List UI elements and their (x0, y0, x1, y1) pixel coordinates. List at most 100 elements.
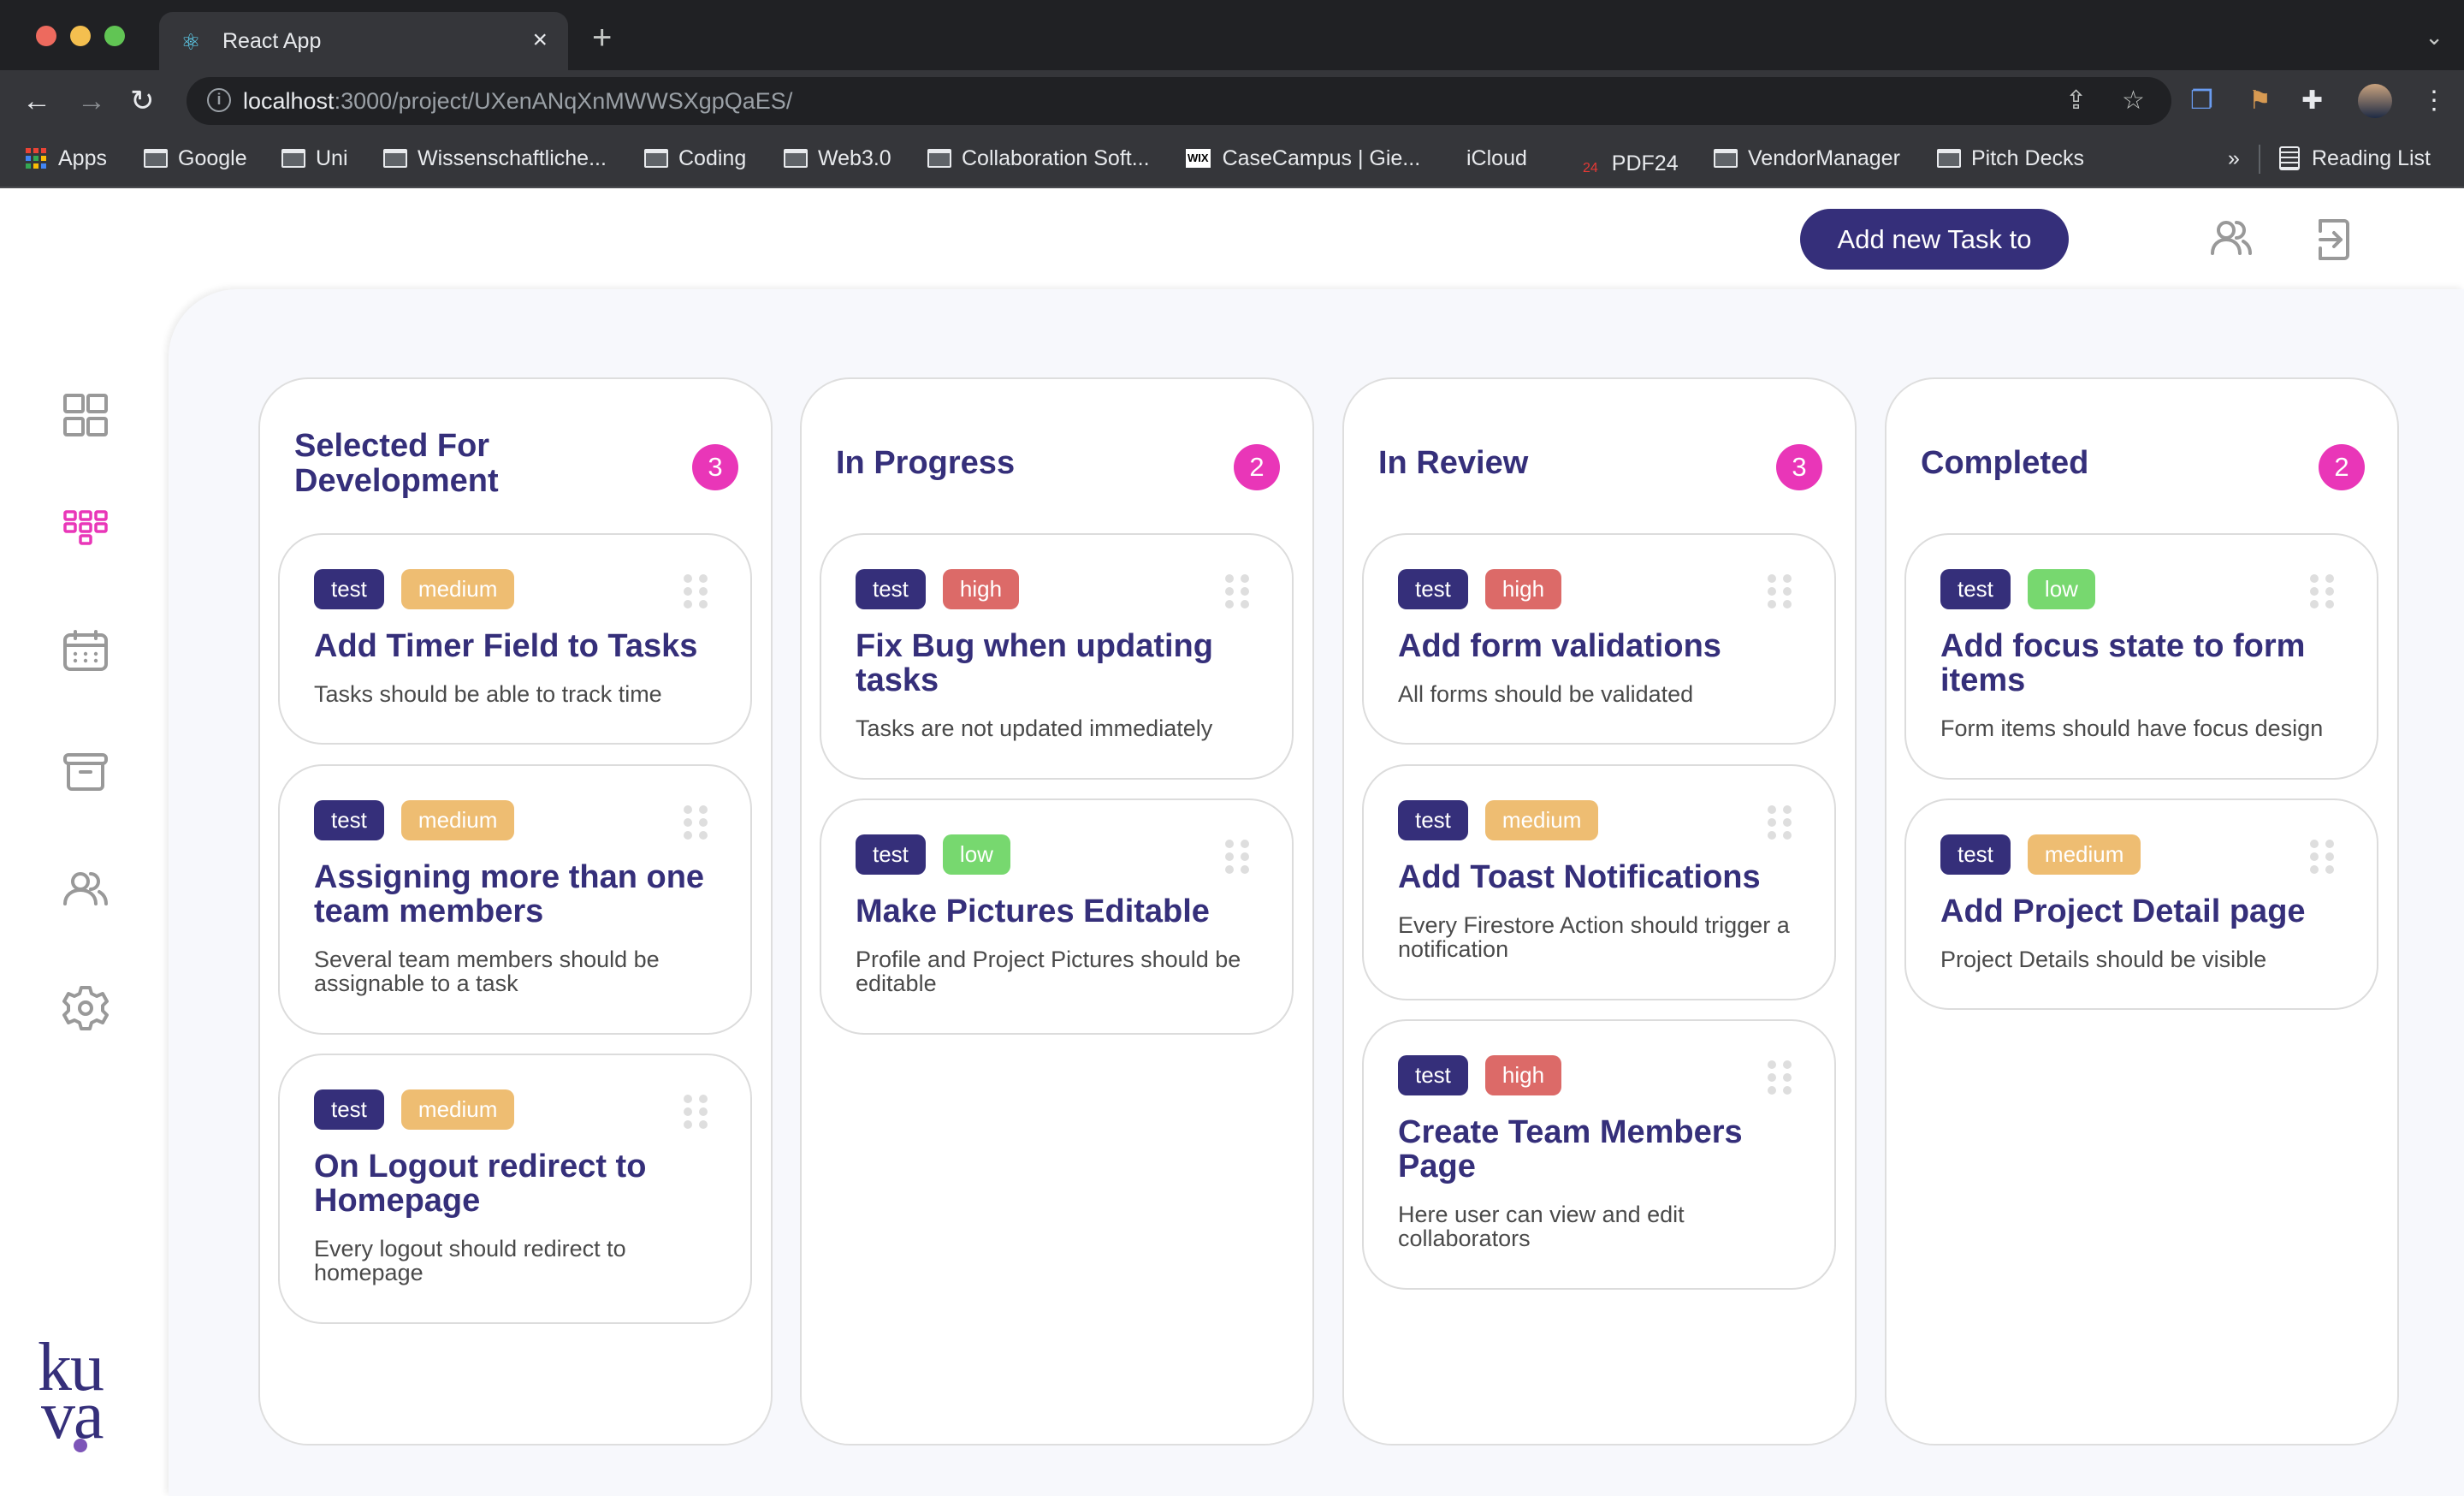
sidebar-item-settings[interactable] (60, 982, 111, 1034)
bookmark-star-icon[interactable]: ☆ (2122, 86, 2145, 116)
folder-icon (927, 149, 951, 168)
window-minimize-button[interactable] (70, 26, 91, 46)
bookmark-label: Pitch Decks (1971, 146, 2084, 170)
extension-flag-icon[interactable]: ⚑ (2248, 86, 2272, 116)
new-tab-button[interactable]: + (592, 21, 612, 55)
task-card[interactable]: test medium On Logout redirect to Homepag… (278, 1054, 752, 1324)
bookmark-label: Wissenschaftliche... (418, 146, 607, 170)
drag-handle-icon[interactable] (684, 574, 708, 608)
extension-tabs-icon[interactable]: ❐ (2190, 86, 2213, 116)
logout-icon[interactable] (2308, 214, 2360, 265)
task-title: Fix Bug when updating tasks (856, 628, 1213, 698)
bookmark-web3[interactable]: Web3.0 (784, 143, 891, 174)
back-button[interactable]: ← (22, 82, 51, 120)
sidebar-item-board[interactable] (60, 505, 111, 556)
apps-grid-icon (26, 148, 46, 169)
bookmark-casecampus[interactable]: WIX CaseCampus | Gie... (1186, 143, 1420, 174)
task-description: Several team members should be assignabl… (314, 947, 660, 996)
tag-badge: test (1398, 1055, 1468, 1095)
column-in-progress: In Progress 2 test high Fix Bug when upda… (800, 377, 1314, 1446)
task-title: Assigning more than one team members (314, 859, 705, 929)
sidebar-item-calendar[interactable] (60, 626, 111, 678)
folder-icon (144, 149, 168, 168)
column-count-badge: 3 (1776, 444, 1822, 490)
task-title: Add Project Detail page (1940, 893, 2306, 929)
app-page: Add new Task to Backlog ku va Selected F… (0, 188, 2464, 1496)
task-card[interactable]: test medium Add Timer Field to Tasks Task… (278, 533, 752, 745)
browser-toolbar: ← → ↻ i localhost:3000/project/UXenANqXn… (0, 70, 2464, 133)
task-card[interactable]: test medium Add Project Detail page Proje… (1904, 798, 2378, 1010)
column-title: Completed (1921, 445, 2089, 481)
drag-handle-icon[interactable] (684, 805, 708, 840)
column-title: In Progress (836, 445, 1016, 481)
task-title: Create Team Members Page (1398, 1114, 1743, 1184)
tab-close-icon[interactable]: × (532, 26, 548, 55)
task-card[interactable]: test low Make Pictures Editable Profile a… (820, 798, 1294, 1035)
window-maximize-button[interactable] (104, 26, 125, 46)
sidebar-item-team[interactable] (60, 864, 111, 916)
task-title: Add focus state to form items (1940, 628, 2306, 698)
site-info-icon[interactable]: i (207, 88, 231, 112)
priority-badge: high (1484, 1055, 1562, 1095)
browser-menu-icon[interactable]: ⋮ (2421, 86, 2447, 116)
folder-icon (1937, 149, 1961, 168)
reading-list-button[interactable]: Reading List (2279, 143, 2431, 174)
task-card[interactable]: test medium Add Toast Notifications Every… (1362, 764, 1836, 1000)
bookmark-google[interactable]: Google (144, 143, 247, 174)
tag-badge: test (856, 834, 926, 875)
drag-handle-icon[interactable] (2310, 574, 2334, 608)
bookmark-pitchdecks[interactable]: Pitch Decks (1937, 143, 2084, 174)
tag-badge: test (1398, 569, 1468, 609)
extensions-puzzle-icon[interactable]: ✚ (2301, 86, 2323, 116)
bookmark-collaboration[interactable]: Collaboration Soft... (927, 143, 1150, 174)
add-task-to-backlog-button[interactable]: Add new Task to Backlog (1800, 209, 2069, 315)
forward-button[interactable]: → (77, 82, 106, 120)
bookmark-label: Uni (316, 146, 348, 170)
url-text[interactable]: localhost:3000/project/UXenANqXnMWWSXgpQ… (243, 87, 792, 115)
tag-badge: test (314, 800, 384, 840)
task-description: Every Firestore Action should trigger a … (1398, 912, 1790, 962)
reload-button[interactable]: ↻ (130, 82, 155, 120)
task-card[interactable]: test high Add form validations All forms … (1362, 533, 1836, 745)
bookmark-icloud[interactable]: iCloud (1453, 143, 1527, 174)
bookmark-uni[interactable]: Uni (281, 143, 348, 174)
kuva-logo: ku va (38, 1333, 104, 1450)
task-card[interactable]: test high Create Team Members Page Here u… (1362, 1019, 1836, 1290)
bookmarks-overflow-button[interactable]: » (2228, 143, 2240, 174)
window-close-button[interactable] (36, 26, 56, 46)
team-users-icon[interactable] (2206, 214, 2257, 265)
profile-avatar[interactable] (2358, 84, 2392, 118)
reading-list-label: Reading List (2312, 146, 2431, 170)
drag-handle-icon[interactable] (1768, 1060, 1792, 1095)
bookmark-vendormanager[interactable]: VendorManager (1714, 143, 1900, 174)
bookmark-pdf24[interactable]: 24 PDF24 (1583, 143, 1679, 184)
react-icon: ⚛ (181, 29, 201, 55)
browser-tab[interactable]: ⚛ React App × (159, 12, 568, 70)
task-title: Make Pictures Editable (856, 893, 1210, 929)
bookmark-coding[interactable]: Coding (644, 143, 746, 174)
tag-badge: test (314, 1089, 384, 1130)
task-card[interactable]: test medium Assigning more than one team … (278, 764, 752, 1035)
tab-search-chevron-icon[interactable]: ⌄ (2425, 24, 2443, 50)
drag-handle-icon[interactable] (684, 1095, 708, 1129)
browser-tab-strip: ⚛ React App × + ⌄ (0, 0, 2464, 70)
share-icon[interactable]: ⇪ (2065, 86, 2087, 116)
address-bar[interactable]: i localhost:3000/project/UXenANqXnMWWSXg… (187, 77, 2171, 125)
sidebar-item-archive[interactable] (60, 746, 111, 798)
task-card[interactable]: test high Fix Bug when updating tasks Tas… (820, 533, 1294, 780)
drag-handle-icon[interactable] (2310, 840, 2334, 874)
drag-handle-icon[interactable] (1768, 805, 1792, 840)
drag-handle-icon[interactable] (1225, 840, 1249, 874)
column-count-badge: 2 (2319, 444, 2365, 490)
bookmark-wissenschaftliche[interactable]: Wissenschaftliche... (383, 143, 607, 174)
pdf24-icon: 24 (1583, 161, 1598, 175)
sidebar-item-dashboard[interactable] (60, 390, 111, 442)
priority-badge: low (942, 834, 1010, 875)
drag-handle-icon[interactable] (1768, 574, 1792, 608)
task-card[interactable]: test low Add focus state to form items Fo… (1904, 533, 2378, 780)
drag-handle-icon[interactable] (1225, 574, 1249, 608)
bookmark-apps[interactable]: Apps (26, 143, 107, 174)
bookmark-label: VendorManager (1748, 146, 1900, 170)
task-title: Add Toast Notifications (1398, 859, 1761, 895)
bookmark-label: Google (178, 146, 247, 170)
